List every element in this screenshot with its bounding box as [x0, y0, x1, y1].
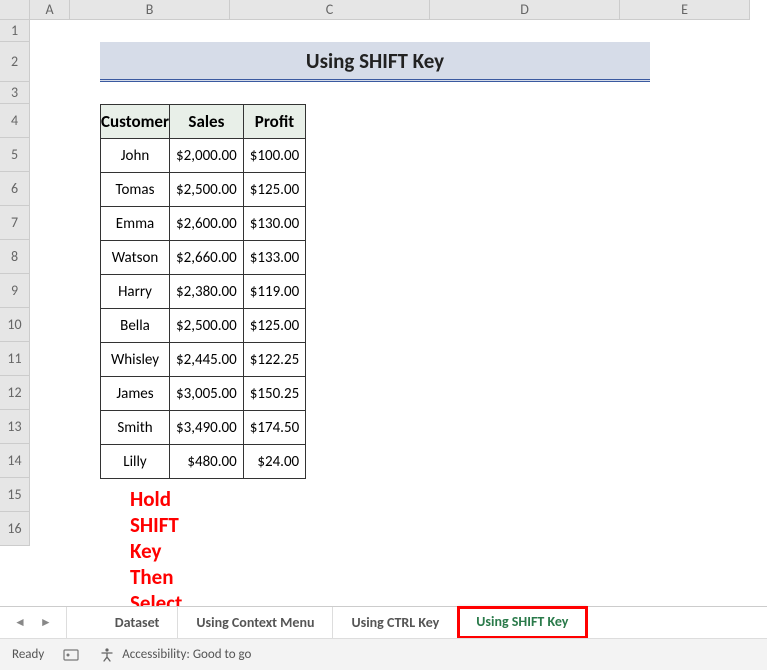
- tab-next-icon[interactable]: ►: [40, 615, 52, 630]
- cell-profit[interactable]: $130.00: [243, 207, 305, 241]
- cell-sales[interactable]: $2,000.00: [170, 139, 244, 173]
- row-header-4[interactable]: 4: [0, 104, 29, 138]
- cell-sales[interactable]: $2,660.00: [170, 241, 244, 275]
- cell-customer[interactable]: Tomas: [101, 173, 170, 207]
- sheet-tab-bar: ◄ ► Dataset Using Context Menu Using CTR…: [0, 606, 767, 638]
- cell-profit[interactable]: $125.00: [243, 309, 305, 343]
- header-profit[interactable]: Profit: [243, 105, 305, 139]
- row-header-1[interactable]: 1: [0, 20, 29, 42]
- cell-sales[interactable]: $3,490.00: [170, 411, 244, 445]
- cell-customer[interactable]: John: [101, 139, 170, 173]
- cell-sales[interactable]: $2,500.00: [170, 173, 244, 207]
- status-ready: Ready: [12, 647, 44, 662]
- table-row: Smith$3,490.00$174.50: [101, 411, 306, 445]
- select-all-corner[interactable]: [0, 0, 30, 20]
- tab-ctrl-key[interactable]: Using CTRL Key: [333, 607, 458, 638]
- table-row: Bella$2,500.00$125.00: [101, 309, 306, 343]
- cell-profit[interactable]: $174.50: [243, 411, 305, 445]
- row-header-6[interactable]: 6: [0, 172, 29, 206]
- col-header-e[interactable]: E: [620, 0, 750, 19]
- table-row: Watson$2,660.00$133.00: [101, 241, 306, 275]
- cell-sales[interactable]: $3,005.00: [170, 377, 244, 411]
- cell-profit[interactable]: $100.00: [243, 139, 305, 173]
- row-header-2[interactable]: 2: [0, 42, 29, 82]
- tab-dataset[interactable]: Dataset: [97, 607, 179, 638]
- table-row: John$2,000.00$100.00: [101, 139, 306, 173]
- cell-profit[interactable]: $24.00: [243, 445, 305, 479]
- row-header-11[interactable]: 11: [0, 342, 29, 376]
- cell-sales[interactable]: $2,500.00: [170, 309, 244, 343]
- col-header-c[interactable]: C: [230, 0, 430, 19]
- row-header-9[interactable]: 9: [0, 274, 29, 308]
- cell-customer[interactable]: Whisley: [101, 343, 170, 377]
- row-header-7[interactable]: 7: [0, 206, 29, 240]
- cell-profit[interactable]: $125.00: [243, 173, 305, 207]
- table-row: James$3,005.00$150.25: [101, 377, 306, 411]
- row-header-3[interactable]: 3: [0, 82, 29, 104]
- header-customer[interactable]: Customer: [101, 105, 170, 139]
- col-header-b[interactable]: B: [70, 0, 230, 19]
- status-bar: Ready Accessibility: Good to go: [0, 638, 767, 670]
- table-row: Whisley$2,445.00$122.25: [101, 343, 306, 377]
- accessibility-text: Accessibility: Good to go: [122, 647, 251, 662]
- cell-sales[interactable]: $480.00: [170, 445, 244, 479]
- macro-record-icon[interactable]: [62, 646, 80, 664]
- cell-customer[interactable]: Emma: [101, 207, 170, 241]
- cell-sales[interactable]: $2,380.00: [170, 275, 244, 309]
- column-headers: A B C D E: [30, 0, 750, 20]
- row-headers: 1 2 3 4 5 6 7 8 9 10 11 12 13 14 15 16: [0, 20, 30, 546]
- cell-customer[interactable]: Harry: [101, 275, 170, 309]
- row-header-12[interactable]: 12: [0, 376, 29, 410]
- tab-nav-group: ◄ ►: [0, 607, 67, 638]
- row-header-15[interactable]: 15: [0, 478, 29, 512]
- row-header-8[interactable]: 8: [0, 240, 29, 274]
- col-header-a[interactable]: A: [30, 0, 70, 19]
- tab-prev-icon[interactable]: ◄: [14, 615, 26, 630]
- cell-sales[interactable]: $2,600.00: [170, 207, 244, 241]
- tab-shift-key[interactable]: Using SHIFT Key: [458, 607, 587, 638]
- row-header-16[interactable]: 16: [0, 512, 29, 546]
- tab-context-menu[interactable]: Using Context Menu: [178, 607, 333, 638]
- row-header-10[interactable]: 10: [0, 308, 29, 342]
- row-header-13[interactable]: 13: [0, 410, 29, 444]
- cell-profit[interactable]: $119.00: [243, 275, 305, 309]
- row-header-5[interactable]: 5: [0, 138, 29, 172]
- accessibility-icon: [98, 646, 116, 664]
- table-row: Emma$2,600.00$130.00: [101, 207, 306, 241]
- cell-profit[interactable]: $122.25: [243, 343, 305, 377]
- table-row: Tomas$2,500.00$125.00: [101, 173, 306, 207]
- cell-customer[interactable]: Watson: [101, 241, 170, 275]
- col-header-d[interactable]: D: [430, 0, 620, 19]
- cell-customer[interactable]: Smith: [101, 411, 170, 445]
- sheet-tabs: Dataset Using Context Menu Using CTRL Ke…: [97, 607, 588, 638]
- table-row: Harry$2,380.00$119.00: [101, 275, 306, 309]
- cell-customer[interactable]: James: [101, 377, 170, 411]
- data-table: Customer Sales Profit John$2,000.00$100.…: [100, 104, 306, 479]
- row-header-14[interactable]: 14: [0, 444, 29, 478]
- table-header-row: Customer Sales Profit: [101, 105, 306, 139]
- cell-customer[interactable]: Lilly: [101, 445, 170, 479]
- cell-profit[interactable]: $133.00: [243, 241, 305, 275]
- header-sales[interactable]: Sales: [170, 105, 244, 139]
- table-row: Lilly$480.00$24.00: [101, 445, 306, 479]
- cell-sales[interactable]: $2,445.00: [170, 343, 244, 377]
- accessibility-group[interactable]: Accessibility: Good to go: [98, 646, 251, 664]
- cell-customer[interactable]: Bella: [101, 309, 170, 343]
- sheet-title[interactable]: Using SHIFT Key: [100, 42, 650, 82]
- cell-profit[interactable]: $150.25: [243, 377, 305, 411]
